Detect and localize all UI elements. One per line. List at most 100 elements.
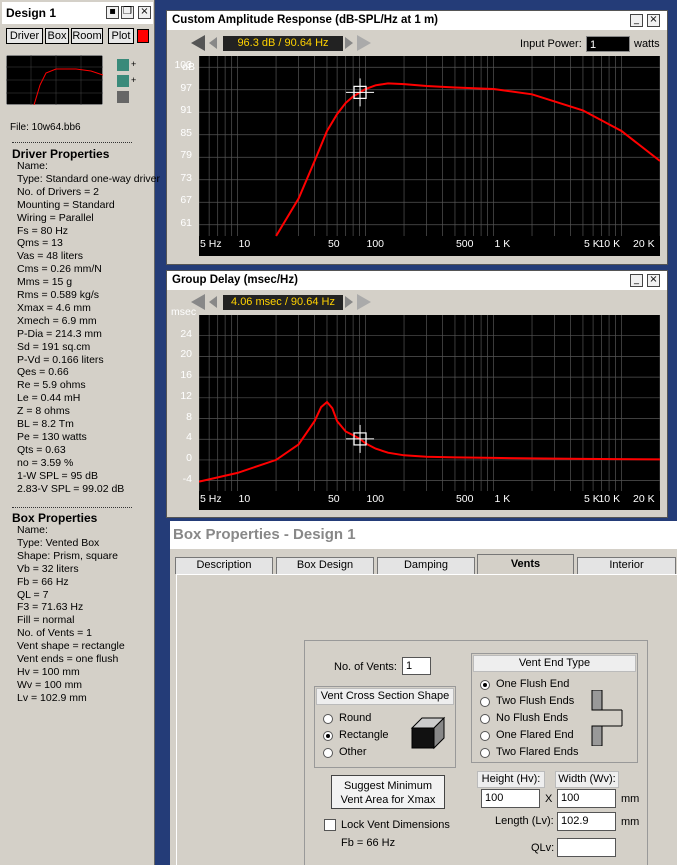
radio-other[interactable] (323, 748, 333, 758)
radio-two-flush[interactable] (480, 697, 490, 707)
tab-driver[interactable]: Driver (6, 28, 43, 44)
driver-property: Cms = 0.26 mm/N (17, 263, 102, 276)
width-label: Width (Wv): (555, 771, 619, 788)
driver-property: Sd = 191 sq.cm (17, 340, 91, 353)
tab-box-design[interactable]: Box Design (276, 557, 374, 574)
driver-property: no = 3.59 % (17, 456, 74, 469)
tab-description[interactable]: Description (175, 557, 273, 574)
qlv-field[interactable] (557, 838, 616, 857)
tab-room[interactable]: Room (71, 28, 103, 44)
amplitude-plot[interactable] (199, 56, 660, 256)
tab-damping[interactable]: Damping (377, 557, 475, 574)
radio-no-flush[interactable] (480, 714, 490, 724)
series-line (275, 82, 660, 237)
y-tick-label: 85 (180, 126, 192, 139)
minimize-icon[interactable]: _ (630, 274, 643, 287)
length-unit: mm (621, 816, 640, 828)
driver-property: Rms = 0.589 kg/s (17, 289, 99, 301)
close-icon[interactable]: × (138, 6, 151, 19)
radio-two-flared[interactable] (480, 748, 490, 758)
radio-round[interactable] (323, 714, 333, 724)
x-label: X (545, 793, 553, 805)
tab-box[interactable]: Box (45, 28, 69, 44)
driver-property: P-Vd = 0.166 liters (17, 353, 104, 366)
minimize-icon[interactable]: _ (630, 14, 643, 27)
y-tick-label: 12 (180, 389, 192, 402)
divider (12, 507, 132, 508)
x-tick-label: 100 (366, 238, 385, 250)
y-tick-label: 16 (180, 369, 192, 382)
shape-heading: Vent Cross Section Shape (316, 688, 454, 705)
y-tick-label: 20 (180, 348, 192, 361)
driver-property: 2.83-V SPL = 99.02 dB (17, 482, 125, 495)
x-tick-label: 5 Hz (200, 238, 222, 250)
close-icon[interactable]: × (647, 14, 660, 27)
driver-property: Vas = 48 liters (17, 250, 84, 263)
y-tick-label: -4 (182, 472, 192, 485)
tab-interior[interactable]: Interior (577, 557, 676, 574)
radio-round-label: Round (339, 712, 372, 724)
y-tick-label: 61 (180, 216, 192, 229)
design-title: Design 1 (6, 6, 57, 20)
x-tick-label: 5 K (583, 493, 600, 505)
suggest-vent-area-button[interactable]: Suggest Minimum Vent Area for Xmax (331, 775, 445, 809)
height-field[interactable]: 100 (481, 789, 540, 808)
radio-one-flared[interactable] (480, 731, 490, 741)
next-arrow-icon[interactable] (343, 293, 383, 311)
driver-property: Qms = 13 (17, 237, 63, 250)
driver-heading: Driver Properties (12, 147, 110, 161)
amplitude-title-bar: Custom Amplitude Response (dB-SPL/Hz at … (167, 11, 667, 30)
x-tick-label: 10 (238, 493, 251, 505)
radio-one-flared-label: One Flared End (496, 729, 574, 741)
length-field[interactable]: 102.9 (557, 812, 616, 831)
close-icon[interactable]: × (647, 274, 660, 287)
radio-rectangle-label: Rectangle (339, 729, 389, 741)
input-power-field[interactable]: 1 (586, 36, 630, 52)
driver-property: Le = 0.44 mH (17, 392, 81, 405)
driver-property: Z = 8 ohms (17, 405, 70, 418)
delay-readout: 4.06 msec / 90.64 Hz (223, 295, 343, 310)
box-properties-title-bar: Box Properties - Design 1 (170, 521, 677, 549)
box-property: Fill = normal (17, 614, 75, 627)
box-heading: Box Properties (12, 511, 98, 525)
radio-two-flared-label: Two Flared Ends (496, 746, 579, 758)
lock-vent-checkbox[interactable] (324, 819, 336, 831)
width-field[interactable]: 100 (557, 789, 616, 808)
x-tick-label: 500 (455, 493, 474, 505)
delay-plot[interactable] (199, 315, 660, 510)
end-heading: Vent End Type (473, 655, 636, 672)
box-property: Wv = 100 mm (17, 678, 83, 691)
response-thumbnail (6, 55, 103, 105)
x-tick-label: 500 (455, 238, 474, 250)
box-property: Hv = 100 mm (17, 665, 80, 678)
x-tick-label: 10 K (598, 238, 621, 250)
restore-icon[interactable]: ❐ (121, 6, 134, 19)
radio-rectangle[interactable] (323, 731, 333, 741)
y-tick-label: 91 (180, 104, 192, 117)
tab-vents[interactable]: Vents (477, 554, 574, 574)
plot-color-swatch[interactable] (137, 29, 149, 43)
no-vents-field[interactable]: 1 (402, 657, 431, 675)
radio-one-flush[interactable] (480, 680, 490, 690)
radio-two-flush-label: Two Flush Ends (496, 695, 575, 707)
driver-property: Type: Standard one-way driver (17, 172, 160, 185)
driver-property: P-Dia = 214.3 mm (17, 327, 102, 340)
fb-readout: Fb = 66 Hz (341, 837, 396, 849)
speaker-icon: + + (115, 57, 139, 105)
driver-property: Xmech = 6.9 mm (17, 314, 97, 327)
save-icon[interactable]: ▪ (106, 6, 119, 19)
radio-other-label: Other (339, 746, 367, 758)
series-line (199, 400, 660, 483)
no-vents-label: No. of Vents: (334, 661, 397, 673)
qlv-label: QLv: (531, 842, 555, 854)
driver-property: No. of Drivers = 2 (17, 185, 99, 198)
x-tick-label: 20 K (633, 493, 655, 505)
driver-property: Qes = 0.66 (17, 366, 69, 379)
next-arrow-icon[interactable] (343, 34, 383, 52)
x-tick-label: 50 (327, 493, 340, 505)
input-power-label: Input Power: (520, 38, 582, 50)
radio-no-flush-label: No Flush Ends (496, 712, 569, 724)
lock-vent-label: Lock Vent Dimensions (341, 819, 450, 831)
tab-plot[interactable]: Plot (108, 28, 134, 44)
box-properties-title: Box Properties - Design 1 (173, 526, 356, 543)
